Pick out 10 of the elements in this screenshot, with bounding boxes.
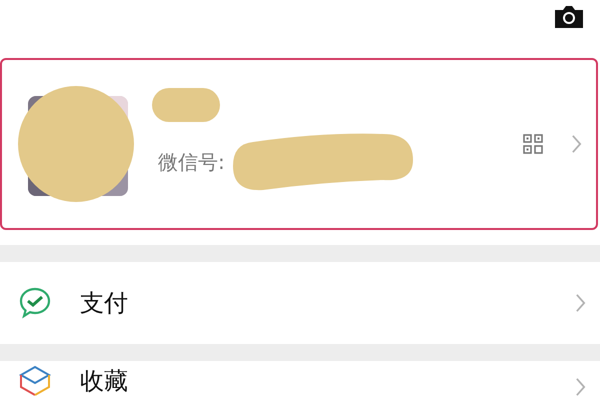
qr-code-icon[interactable]	[523, 134, 543, 154]
camera-icon[interactable]	[553, 4, 585, 30]
menu-item[interactable]: 支付	[0, 262, 600, 344]
wechat-id-label: 微信号:	[158, 148, 225, 176]
chevron-icon	[575, 293, 586, 313]
profile-card[interactable]: 微信号:	[0, 58, 598, 230]
menu-item[interactable]: 收藏	[0, 361, 600, 399]
cube-icon	[18, 363, 52, 397]
chevron-icon	[575, 377, 586, 397]
chevron-icon	[571, 134, 582, 154]
